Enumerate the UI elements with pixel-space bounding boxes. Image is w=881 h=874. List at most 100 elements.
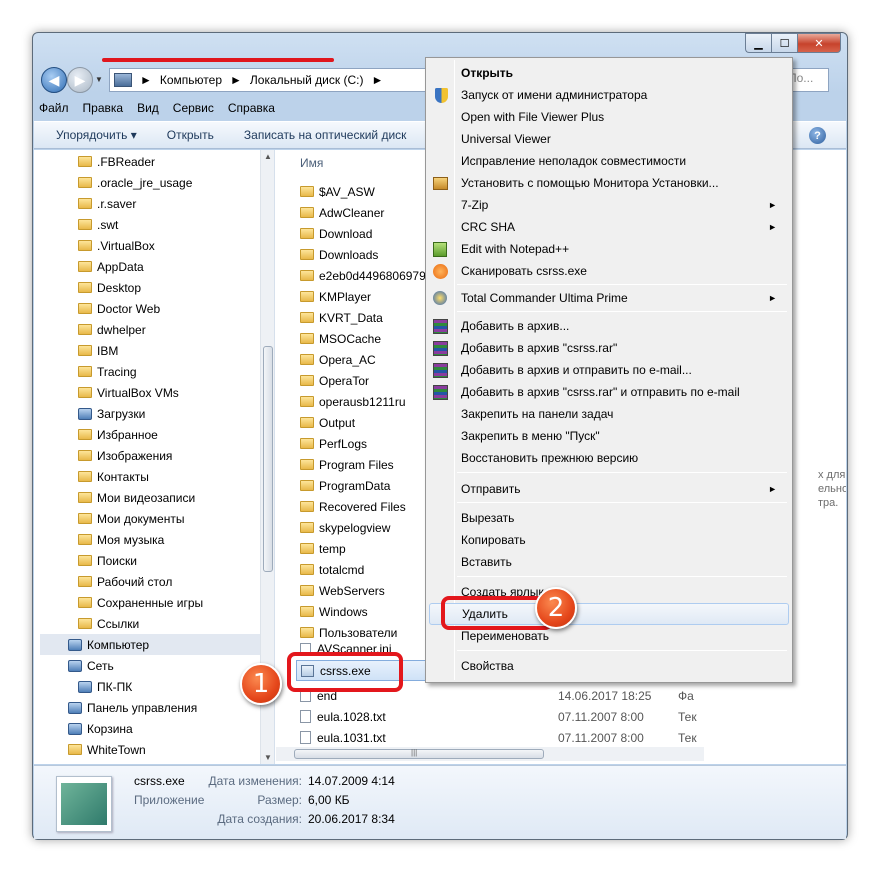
tree-item[interactable]: IBM — [78, 340, 118, 361]
menu-item-cut[interactable]: Вырезать — [429, 507, 789, 529]
tree-item[interactable]: Сохраненные игры — [78, 592, 203, 613]
menu-item-install-monitor[interactable]: Установить с помощью Монитора Установки.… — [429, 172, 789, 194]
menu-item-pin-taskbar[interactable]: Закрепить на панели задач — [429, 403, 789, 425]
list-item[interactable]: $AV_ASW — [300, 181, 375, 202]
menu-item-7zip[interactable]: 7-Zip ► — [429, 194, 789, 216]
list-item[interactable]: Output — [300, 412, 355, 433]
scroll-thumb[interactable] — [263, 346, 273, 572]
forward-button[interactable]: ▶ — [67, 67, 93, 93]
tree-item-control-panel[interactable]: Панель управления — [68, 697, 197, 718]
tree-item-computer[interactable]: Компьютер — [40, 634, 266, 655]
breadcrumb-local-disk[interactable]: Локальный диск (C:) — [250, 73, 364, 87]
menu-item-run-as-admin[interactable]: Запуск от имени администратора — [429, 84, 789, 106]
tree-item[interactable]: Загрузки — [78, 403, 145, 424]
help-icon[interactable]: ? — [809, 127, 826, 144]
menu-item-add-archive[interactable]: Добавить в архив... — [429, 315, 789, 337]
tree-item[interactable]: dwhelper — [78, 319, 146, 340]
menu-item-crc-sha[interactable]: CRC SHA ► — [429, 216, 789, 238]
menu-view[interactable]: Вид — [137, 101, 159, 115]
list-item[interactable]: eula.1028.txt 07.11.2007 8:00 Тек — [300, 706, 800, 727]
list-item[interactable]: KMPlayer — [300, 286, 371, 307]
list-item[interactable]: Download — [300, 223, 372, 244]
tree-item[interactable]: AppData — [78, 256, 144, 277]
history-dropdown-icon[interactable]: ▼ — [95, 75, 103, 84]
menu-item-universal-viewer[interactable]: Universal Viewer — [429, 128, 789, 150]
tree-item[interactable]: Избранное — [78, 424, 158, 445]
list-item[interactable]: Recovered Files — [300, 496, 406, 517]
list-item[interactable]: operausb1211ru — [300, 391, 406, 412]
scroll-thumb[interactable]: ||| — [294, 748, 544, 759]
open-button[interactable]: Открыть — [167, 128, 214, 142]
menu-item-restore-version[interactable]: Восстановить прежнюю версию — [429, 447, 789, 469]
menu-tools[interactable]: Сервис — [173, 101, 214, 115]
list-item[interactable]: OperaTor — [300, 370, 369, 391]
breadcrumb-separator[interactable]: ► — [140, 73, 152, 87]
scroll-down-icon[interactable]: ▼ — [264, 753, 272, 762]
list-item[interactable]: totalcmd — [300, 559, 364, 580]
list-item[interactable]: KVRT_Data — [300, 307, 383, 328]
list-item[interactable]: Program Files — [300, 454, 394, 475]
menu-item-copy[interactable]: Копировать — [429, 529, 789, 551]
menu-item-compat-troubleshoot[interactable]: Исправление неполадок совместимости — [429, 150, 789, 172]
burn-button[interactable]: Записать на оптический диск — [244, 128, 407, 142]
tree-item[interactable]: Desktop — [78, 277, 141, 298]
tree-item[interactable]: VirtualBox VMs — [78, 382, 179, 403]
organize-button[interactable]: Упорядочить ▾ — [56, 128, 137, 142]
list-item[interactable]: ProgramData — [300, 475, 390, 496]
maximize-button[interactable]: ☐ — [771, 33, 797, 53]
column-header-name[interactable]: Имя — [300, 156, 323, 170]
menu-edit[interactable]: Правка — [83, 101, 124, 115]
menu-item-properties[interactable]: Свойства — [429, 655, 789, 677]
menu-item-pin-start[interactable]: Закрепить в меню "Пуск" — [429, 425, 789, 447]
tree-item[interactable]: Tracing — [78, 361, 137, 382]
tree-item[interactable]: Изображения — [78, 445, 172, 466]
breadcrumb-separator[interactable]: ► — [371, 73, 383, 87]
tree-item[interactable]: Doctor Web — [78, 298, 160, 319]
list-item[interactable]: Opera_AC — [300, 349, 376, 370]
menu-item-notepadpp[interactable]: Edit with Notepad++ — [429, 238, 789, 260]
tree-item[interactable]: Ссылки — [78, 613, 139, 634]
back-button[interactable]: ◀ — [41, 67, 67, 93]
list-item[interactable]: eula.1031.txt 07.11.2007 8:00 Тек — [300, 727, 800, 748]
tree-item[interactable]: .FBReader — [78, 151, 155, 172]
menu-item-total-commander[interactable]: Total Commander Ultima Prime ► — [429, 287, 789, 309]
menu-file[interactable]: Файл — [39, 101, 69, 115]
list-item[interactable]: AdwCleaner — [300, 202, 384, 223]
tree-item-recycle-bin[interactable]: Корзина — [68, 718, 133, 739]
tree-item[interactable]: Мои документы — [78, 508, 184, 529]
tree-item[interactable]: .swt — [78, 214, 118, 235]
menu-item-open[interactable]: Открыть — [429, 62, 789, 84]
tree-item[interactable]: Контакты — [78, 466, 149, 487]
list-item[interactable]: WebServers — [300, 580, 385, 601]
tree-item[interactable]: .r.saver — [78, 193, 136, 214]
menu-item-add-archive-email[interactable]: Добавить в архив и отправить по e-mail..… — [429, 359, 789, 381]
list-item[interactable]: temp — [300, 538, 346, 559]
tree-item[interactable]: WhiteTown — [68, 739, 146, 760]
tree-item[interactable]: ПК-ПК — [78, 676, 132, 697]
menu-item-paste[interactable]: Вставить — [429, 551, 789, 573]
tree-item[interactable]: Мои видеозаписи — [78, 487, 195, 508]
list-item[interactable]: Downloads — [300, 244, 378, 265]
tree-item[interactable]: Моя музыка — [78, 529, 164, 550]
file-hscrollbar[interactable]: ||| — [276, 747, 704, 761]
breadcrumb-computer[interactable]: Компьютер — [160, 73, 222, 87]
list-item[interactable]: PerfLogs — [300, 433, 367, 454]
menu-item-add-archive-rar-email[interactable]: Добавить в архив "csrss.rar" и отправить… — [429, 381, 789, 403]
menu-item-send-to[interactable]: Отправить ► — [429, 478, 789, 500]
list-item[interactable]: Windows — [300, 601, 368, 622]
tree-item-network[interactable]: Сеть — [68, 655, 114, 676]
menu-item-file-viewer-plus[interactable]: Open with File Viewer Plus — [429, 106, 789, 128]
list-item[interactable]: e2eb0d44968069790e — [300, 265, 439, 286]
tree-item[interactable]: .oracle_jre_usage — [78, 172, 192, 193]
tree-item[interactable]: Поиски — [78, 550, 137, 571]
minimize-button[interactable]: ▁ — [745, 33, 771, 53]
tree-item[interactable]: .VirtualBox — [78, 235, 155, 256]
list-item[interactable]: MSOCache — [300, 328, 381, 349]
breadcrumb-separator[interactable]: ► — [230, 73, 242, 87]
list-item[interactable]: skypelogview — [300, 517, 390, 538]
list-item[interactable]: Пользователи — [300, 622, 397, 643]
scroll-up-icon[interactable]: ▲ — [264, 152, 272, 161]
menu-item-add-archive-rar[interactable]: Добавить в архив "csrss.rar" — [429, 337, 789, 359]
tree-item[interactable]: Рабочий стол — [78, 571, 172, 592]
menu-item-scan[interactable]: Сканировать csrss.exe — [429, 260, 789, 282]
